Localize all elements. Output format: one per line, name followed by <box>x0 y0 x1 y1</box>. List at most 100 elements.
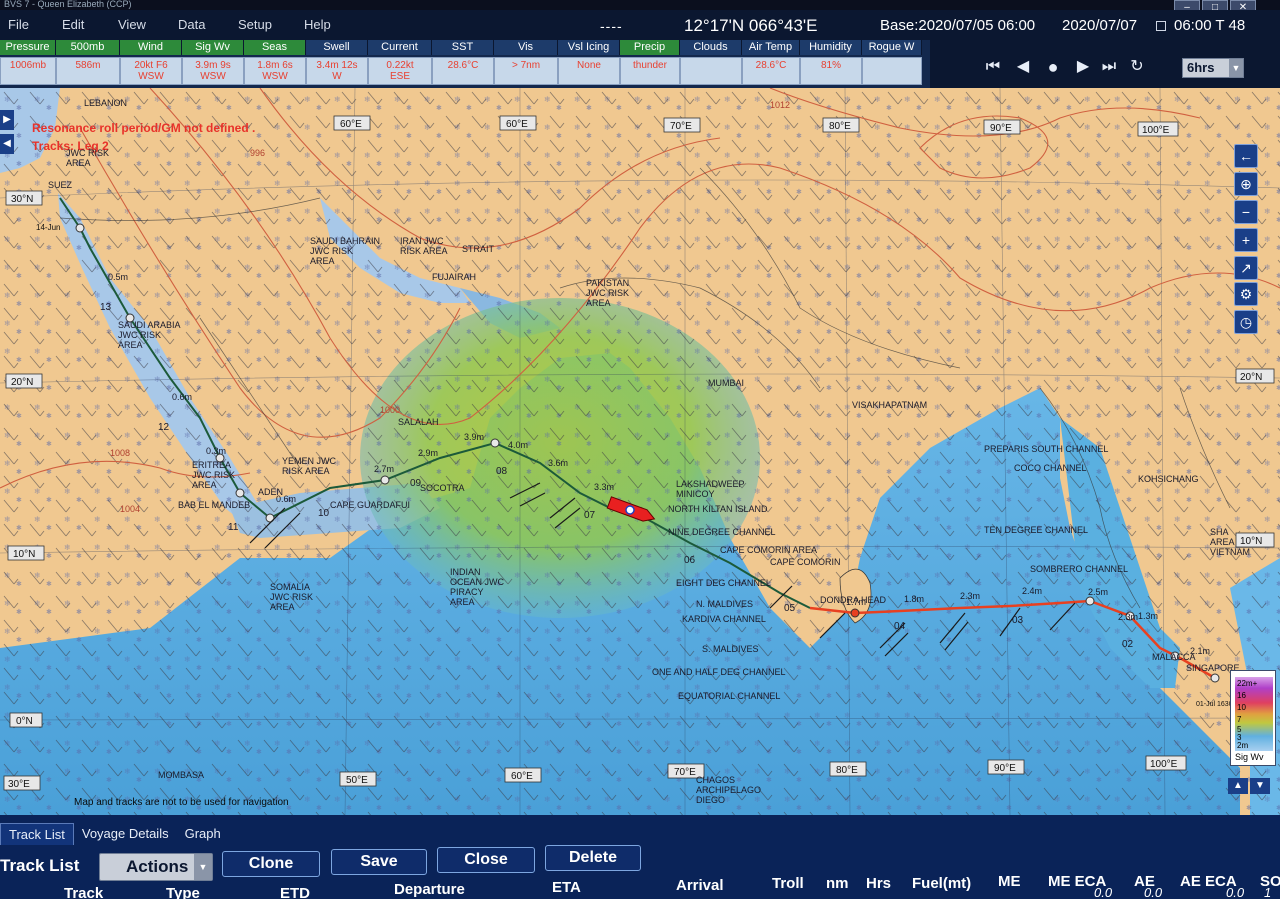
sig-wave-legend: 22m+ 16 10 7 5 3 2m Sig Wv <box>1230 670 1276 766</box>
param-swell[interactable]: Swell 3.4m 12s W <box>306 40 368 88</box>
legend-tick: 7 <box>1237 715 1242 724</box>
param-label[interactable]: Seas <box>244 40 306 55</box>
measure-icon[interactable]: ↗ <box>1234 256 1258 280</box>
window-title: BVS 7 - Queen Elizabeth (CCP) <box>4 0 132 9</box>
param-label[interactable]: SST <box>432 40 494 55</box>
menu-view[interactable]: View <box>118 17 146 32</box>
param-precip[interactable]: Precip thunder <box>620 40 680 88</box>
expand-panel-arrow-icon[interactable]: ▶ <box>0 110 14 130</box>
param-label[interactable]: Vis <box>494 40 558 55</box>
column-header[interactable]: ETD <box>280 885 310 899</box>
scroll-up-icon[interactable]: ▲ <box>1228 778 1248 794</box>
column-header[interactable]: ETA <box>552 879 581 896</box>
tab-voyage-details[interactable]: Voyage Details <box>74 823 177 845</box>
param-rogue-w[interactable]: Rogue W <box>862 40 922 88</box>
leg-number: 05 <box>784 603 796 614</box>
param-500mb[interactable]: 500mb 586m <box>56 40 120 88</box>
column-header[interactable]: Type <box>166 885 200 899</box>
place-label: YEMEN JWC RISK AREA <box>282 456 337 476</box>
param-sst[interactable]: SST 28.6°C <box>432 40 494 88</box>
param-label[interactable]: Humidity <box>800 40 862 55</box>
step-forward-icon[interactable]: ▶ <box>1074 58 1092 76</box>
param-sig-wv[interactable]: Sig Wv 3.9m 9s WSW <box>182 40 244 88</box>
param-value: 586m <box>56 57 120 85</box>
skip-to-end-icon[interactable]: ⏭ <box>1100 58 1118 76</box>
zoom-out-icon[interactable]: − <box>1234 200 1258 224</box>
scroll-down-icon[interactable]: ▼ <box>1250 778 1270 794</box>
param-value: > 7nm <box>494 57 558 85</box>
loop-icon[interactable]: ↻ <box>1128 58 1146 76</box>
column-header[interactable]: Track <box>64 885 103 899</box>
param-label[interactable]: Vsl Icing <box>558 40 620 55</box>
table-row[interactable]: 0.0 0.0 0.0 1 <box>760 875 1280 899</box>
place-label: IRAN JWC RISK AREA <box>400 236 448 256</box>
delete-button[interactable]: Delete <box>545 845 641 871</box>
wave-height-label: 2.9m <box>418 448 438 458</box>
column-header[interactable]: Arrival <box>676 877 724 894</box>
param-air-temp[interactable]: Air Temp 28.6°C <box>742 40 800 88</box>
param-wind[interactable]: Wind 20kt F6 WSW <box>120 40 182 88</box>
wave-height-label: 3.6m <box>548 458 568 468</box>
param-vsl-icing[interactable]: Vsl Icing None <box>558 40 620 88</box>
zoom-in-icon[interactable]: + <box>1234 228 1258 252</box>
clock-icon[interactable]: ◷ <box>1234 310 1258 334</box>
globe-icon[interactable]: ⊕ <box>1234 172 1258 196</box>
back-arrow-icon[interactable]: ← <box>1234 144 1258 168</box>
wave-height-label: 1.3m <box>1138 611 1158 621</box>
wave-height-label: 3.9m <box>464 432 484 442</box>
lon-label: 100°E <box>1142 125 1170 136</box>
tab-track-list[interactable]: Track List <box>0 823 74 845</box>
weather-map[interactable]: ❄ ✱ <box>0 88 1280 815</box>
menu-data[interactable]: Data <box>178 17 205 32</box>
param-label[interactable]: 500mb <box>56 40 120 55</box>
menu-help[interactable]: Help <box>304 17 331 32</box>
param-vis[interactable]: Vis > 7nm <box>494 40 558 88</box>
pause-icon[interactable]: ● <box>1044 58 1062 76</box>
wave-height-label: 0.6m <box>172 392 192 402</box>
menu-edit[interactable]: Edit <box>62 17 84 32</box>
place-label: ONE AND HALF DEG CHANNEL <box>652 667 786 677</box>
step-back-icon[interactable]: ◀ <box>1014 58 1032 76</box>
leg-number: 07 <box>584 510 596 521</box>
tab-graph[interactable]: Graph <box>177 823 229 845</box>
legend-tick: 10 <box>1237 703 1246 712</box>
param-label[interactable]: Clouds <box>680 40 742 55</box>
time-step-value: 6hrs <box>1187 60 1215 75</box>
place-label: MOMBASA <box>158 770 204 780</box>
cell-so: 1 <box>1264 885 1272 899</box>
layers-icon[interactable]: ⚙ <box>1234 282 1258 306</box>
param-label[interactable]: Sig Wv <box>182 40 244 55</box>
column-header[interactable]: Departure <box>394 881 465 898</box>
param-label[interactable]: Wind <box>120 40 182 55</box>
param-label[interactable]: Precip <box>620 40 680 55</box>
wave-height-label: 3.3m <box>594 482 614 492</box>
clone-button[interactable]: Clone <box>222 851 320 877</box>
param-label[interactable]: Rogue W <box>862 40 922 55</box>
actions-dropdown[interactable]: Actions ▼ <box>99 853 213 881</box>
param-current[interactable]: Current 0.22kt ESE <box>368 40 432 88</box>
param-label[interactable]: Pressure <box>0 40 56 55</box>
place-label: BAB EL MANDEB <box>178 500 250 510</box>
param-label[interactable]: Current <box>368 40 432 55</box>
legend-tick: 16 <box>1237 691 1246 700</box>
menu-setup[interactable]: Setup <box>238 17 272 32</box>
param-humidity[interactable]: Humidity 81% <box>800 40 862 88</box>
place-label: VISAKHAPATNAM <box>852 400 927 410</box>
param-pressure[interactable]: Pressure 1006mb <box>0 40 56 88</box>
status-indicator: ---- <box>600 18 623 34</box>
param-label[interactable]: Air Temp <box>742 40 800 55</box>
param-seas[interactable]: Seas 1.8m 6s WSW <box>244 40 306 88</box>
leg-number: 09 <box>410 478 422 489</box>
param-value: 81% <box>800 57 862 85</box>
menu-file[interactable]: File <box>8 17 29 32</box>
time-step-select[interactable]: 6hrs ▼ <box>1182 58 1244 78</box>
save-button[interactable]: Save <box>331 849 427 875</box>
collapse-panel-arrow-icon[interactable]: ◀ <box>0 134 14 154</box>
param-label[interactable]: Swell <box>306 40 368 55</box>
leg-number: 08 <box>496 466 508 477</box>
close-button[interactable]: Close <box>437 847 535 873</box>
lat-label-right: 20°N <box>1240 372 1262 383</box>
param-clouds[interactable]: Clouds <box>680 40 742 88</box>
skip-to-start-icon[interactable]: ⏮ <box>984 58 1002 76</box>
calendar-icon[interactable] <box>1156 21 1166 31</box>
